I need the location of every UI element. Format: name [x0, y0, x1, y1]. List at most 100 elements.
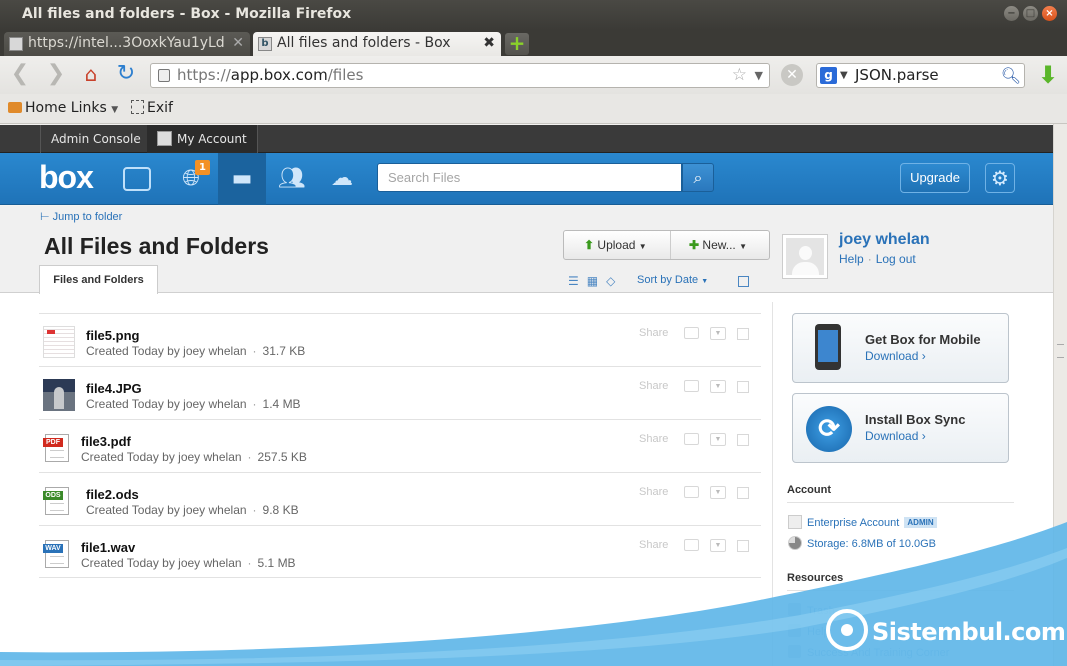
jump-to-folder-link[interactable]: ⊢ Jump to folder — [40, 210, 122, 223]
bookmark-star-icon[interactable]: ☆ — [732, 64, 747, 87]
share-link[interactable]: Share — [639, 380, 668, 392]
share-link[interactable]: Share — [639, 486, 668, 498]
image-thumbnail-icon[interactable] — [43, 326, 75, 358]
file-name[interactable]: file2.ods — [86, 487, 139, 502]
stop-icon[interactable]: ✕ — [781, 64, 803, 86]
row-checkbox[interactable] — [737, 434, 749, 446]
search-bar[interactable]: g ▼ JSON.parse 🔍︎ — [816, 63, 1025, 88]
row-checkbox[interactable] — [737, 540, 749, 552]
download-arrow-icon[interactable]: ⬇ — [1038, 62, 1058, 88]
sync-promo-card[interactable]: ⟳ Install Box Sync Download › — [792, 393, 1009, 463]
photo-thumbnail-icon[interactable] — [43, 379, 75, 411]
gear-icon[interactable]: ⚙ — [985, 163, 1015, 193]
updates-globe-icon[interactable]: 🌐︎ 1 — [167, 153, 215, 205]
chevron-down-icon[interactable]: ▼ — [710, 486, 726, 499]
download-link[interactable]: Download › — [865, 349, 926, 363]
url-dropdown-icon[interactable]: ▼ — [755, 64, 763, 87]
share-link[interactable]: Share — [639, 433, 668, 445]
help-resource-link[interactable]: Help — [788, 624, 830, 638]
page-scrollbar[interactable] — [1053, 124, 1067, 666]
cloud-icon[interactable]: ☁ — [318, 153, 366, 205]
google-engine-icon[interactable]: g — [820, 67, 837, 84]
chevron-down-icon[interactable]: ▼ — [710, 539, 726, 552]
storage-link[interactable]: Storage: 6.8MB of 10.0GB — [788, 536, 936, 550]
back-arrow-icon[interactable]: ❮ — [8, 63, 32, 87]
chevron-down-icon[interactable]: ▼ — [710, 380, 726, 393]
list-view-icon[interactable]: ☰ — [568, 274, 579, 288]
table-row[interactable]: file4.JPG Created Today by joey whelan · 1… — [39, 366, 761, 419]
table-row[interactable]: file5.png Created Today by joey whelan · 3… — [39, 313, 761, 366]
main-page: ⊢ Jump to folder All Files and Folders F… — [0, 206, 1053, 666]
file-name[interactable]: file5.png — [86, 328, 139, 343]
comment-icon[interactable] — [684, 486, 699, 498]
upload-button[interactable]: ⬆ Upload ▼ — [584, 231, 647, 259]
share-link[interactable]: Share — [639, 539, 668, 551]
chevron-down-icon[interactable]: ▼ — [710, 433, 726, 446]
row-checkbox[interactable] — [737, 487, 749, 499]
sort-dropdown[interactable]: Sort by Date ▼ — [637, 274, 708, 286]
tab-files-and-folders[interactable]: Files and Folders — [39, 265, 158, 294]
url-bar[interactable]: https://app.box.com/files ☆ ▼ — [150, 63, 770, 88]
grid-view-icon[interactable]: ▦ — [587, 274, 598, 288]
close-button[interactable]: × — [1042, 6, 1057, 21]
admin-console-tab[interactable]: Admin Console — [40, 125, 152, 153]
mobile-promo-card[interactable]: Get Box for Mobile Download › — [792, 313, 1009, 383]
upgrade-button[interactable]: Upgrade — [900, 163, 970, 193]
browser-tab-box[interactable]: b All files and folders - Box ✖ — [253, 32, 501, 56]
logout-link[interactable]: Log out — [876, 252, 916, 266]
trash-link[interactable]: Trash — [788, 603, 835, 617]
engine-dropdown-icon[interactable]: ▼ — [840, 64, 848, 87]
files-folder-icon[interactable]: ▬ — [218, 153, 266, 205]
search-icon[interactable]: ⌕ — [682, 163, 714, 192]
tab-close-icon[interactable]: ✕ — [232, 35, 244, 51]
row-checkbox[interactable] — [737, 328, 749, 340]
messages-icon[interactable] — [113, 153, 161, 205]
table-row[interactable]: ODS file2.ods Created Today by joey whel… — [39, 472, 761, 525]
site-identity-icon[interactable] — [158, 69, 170, 82]
spreadsheet-file-icon[interactable]: ODS — [43, 487, 69, 515]
bookmark-exif[interactable]: Exif — [131, 100, 173, 116]
minimize-button[interactable]: − — [1004, 6, 1019, 21]
avatar[interactable] — [782, 234, 828, 279]
table-row[interactable]: PDF file3.pdf Created Today by joey whel… — [39, 419, 761, 472]
smartphone-icon — [815, 324, 841, 370]
search-files-field[interactable] — [377, 163, 682, 192]
new-button[interactable]: ✚ New... ▼ — [689, 231, 747, 259]
box-logo[interactable]: box — [39, 159, 94, 196]
comment-icon[interactable] — [684, 539, 699, 551]
chevron-down-icon: ▼ — [739, 242, 748, 251]
training-link[interactable]: Success And Training Corner — [788, 645, 949, 659]
file-name[interactable]: file1.wav — [81, 540, 135, 555]
table-row[interactable]: WAV file1.wav Created Today by joey whel… — [39, 525, 761, 578]
bookmark-home-links[interactable]: Home Links ▼ — [8, 100, 118, 116]
search-icon[interactable]: 🔍︎ — [1001, 64, 1021, 87]
home-icon[interactable]: ⌂ — [79, 63, 103, 87]
collaborators-icon[interactable]: 👥︎ — [268, 153, 316, 205]
help-link[interactable]: Help — [839, 252, 864, 266]
search-input[interactable] — [388, 164, 678, 191]
reload-icon[interactable]: ↻ — [114, 63, 138, 87]
chevron-down-icon[interactable]: ▼ — [710, 327, 726, 340]
enterprise-account-link[interactable]: Enterprise Account ADMIN — [788, 515, 937, 529]
select-all-checkbox[interactable] — [738, 276, 749, 287]
my-account-tab[interactable]: My Account — [147, 125, 258, 153]
user-name[interactable]: joey whelan — [839, 231, 930, 249]
row-checkbox[interactable] — [737, 381, 749, 393]
watermark-logo-icon — [826, 609, 868, 651]
tab-close-icon[interactable]: ✖ — [483, 35, 495, 51]
forward-arrow-icon[interactable]: ❯ — [44, 63, 68, 87]
audio-file-icon[interactable]: WAV — [43, 540, 69, 568]
file-name[interactable]: file4.JPG — [86, 381, 142, 396]
download-link[interactable]: Download › — [865, 429, 926, 443]
tag-icon[interactable]: ◇ — [606, 274, 615, 288]
pdf-file-icon[interactable]: PDF — [43, 434, 69, 462]
comment-icon[interactable] — [684, 327, 699, 339]
share-link[interactable]: Share — [639, 327, 668, 339]
new-tab-button[interactable]: + — [505, 33, 529, 55]
file-name[interactable]: file3.pdf — [81, 434, 131, 449]
scrollbar-grip[interactable] — [1057, 344, 1064, 358]
browser-tab-intel[interactable]: https://intel...3OoxkYau1yLd ✕ — [4, 32, 250, 56]
maximize-button[interactable]: □ — [1023, 6, 1038, 21]
comment-icon[interactable] — [684, 433, 699, 445]
comment-icon[interactable] — [684, 380, 699, 392]
